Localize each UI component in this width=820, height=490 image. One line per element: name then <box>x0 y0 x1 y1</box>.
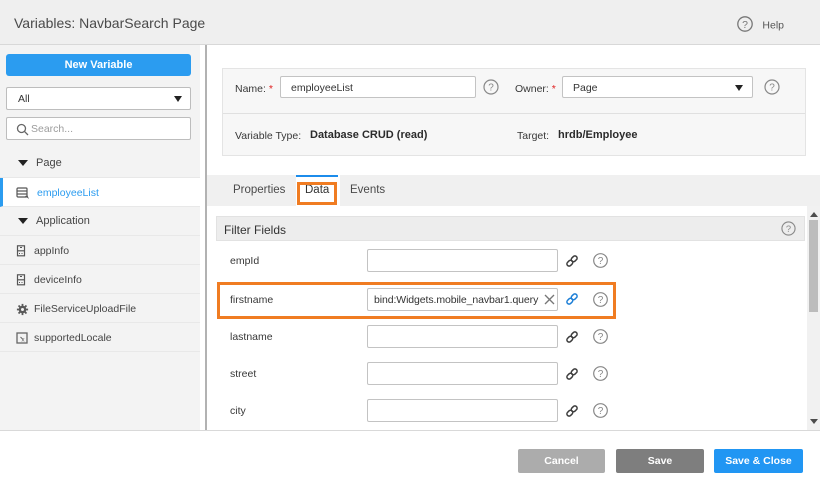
svg-text:?: ? <box>786 224 791 234</box>
svg-text:?: ? <box>488 83 494 94</box>
svg-text:?: ? <box>769 83 775 94</box>
svg-text:?: ? <box>742 19 748 31</box>
